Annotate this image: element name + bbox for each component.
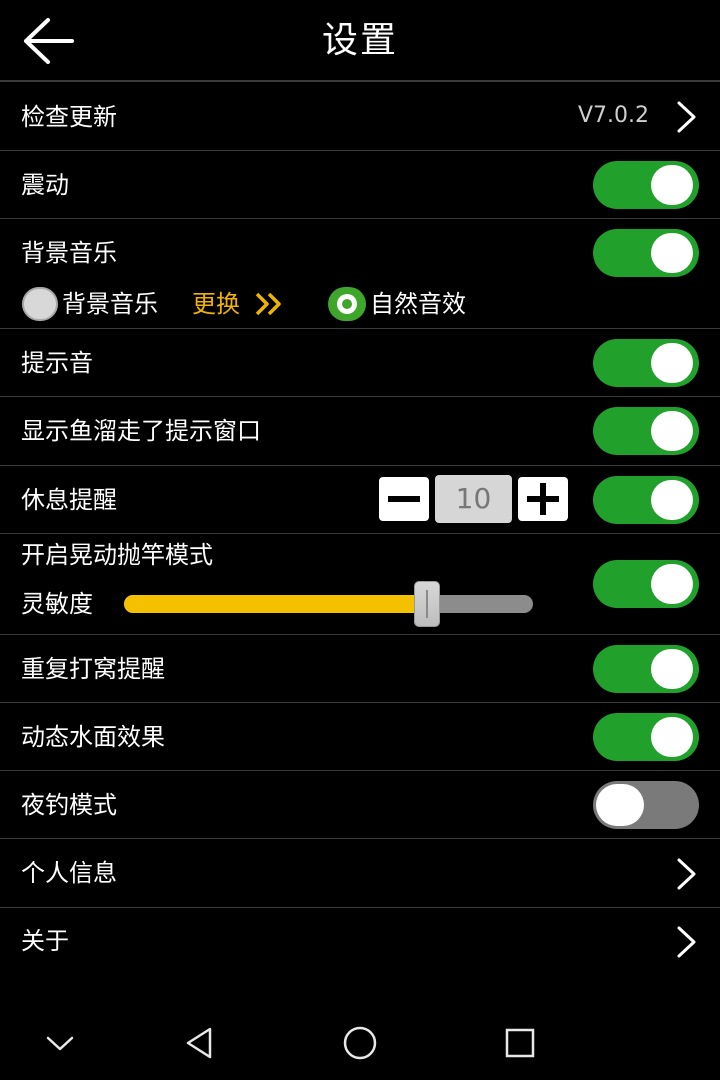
back-triangle-icon[interactable]: [180, 1023, 220, 1063]
row-fish-escape: 显示鱼溜走了提示窗口: [0, 397, 720, 466]
increment-button[interactable]: [518, 477, 568, 521]
toggle-knob: [651, 480, 693, 520]
row-about[interactable]: 关于: [0, 908, 720, 976]
row-water-effect: 动态水面效果: [0, 703, 720, 771]
chevron-right-icon: [677, 101, 696, 133]
chevron-right-icon: [677, 926, 696, 958]
night-mode-toggle[interactable]: [593, 781, 699, 829]
bg-music-label: 背景音乐: [21, 239, 117, 267]
prompt-sound-label: 提示音: [21, 349, 93, 377]
shake-cast-label: 开启晃动抛竿模式: [21, 541, 213, 569]
toggle-knob: [651, 649, 693, 689]
water-effect-label: 动态水面效果: [21, 723, 165, 751]
chevron-down-icon[interactable]: [40, 1023, 80, 1063]
header-bar: 设置: [0, 0, 720, 82]
bg-music-toggle[interactable]: [593, 229, 699, 277]
toggle-knob: [596, 784, 644, 826]
chevron-right-icon: [677, 858, 696, 890]
row-prompt-sound: 提示音: [0, 329, 720, 397]
toggle-knob: [651, 564, 693, 604]
rest-reminder-toggle[interactable]: [593, 476, 699, 524]
night-mode-label: 夜钓模式: [21, 791, 117, 819]
check-update-label: 检查更新: [21, 103, 117, 131]
row-shake-cast: 开启晃动抛竿模式: [0, 534, 720, 635]
version-text: V7.0.2: [578, 103, 650, 128]
toggle-knob: [651, 343, 693, 383]
row-vibration: 震动: [0, 151, 720, 219]
radio-nature-sound[interactable]: [328, 287, 366, 321]
minus-icon: [388, 496, 420, 502]
home-circle-icon[interactable]: [340, 1023, 380, 1063]
vibration-toggle[interactable]: [593, 161, 699, 209]
row-rest-reminder: 休息提醒: [0, 466, 720, 534]
vibration-label: 震动: [21, 171, 69, 199]
prompt-sound-toggle[interactable]: [593, 339, 699, 387]
radio-selected-dot: [337, 294, 357, 314]
about-label: 关于: [21, 927, 69, 955]
radio-nature-sound-label[interactable]: 自然音效: [370, 288, 466, 320]
recents-square-icon[interactable]: [500, 1023, 540, 1063]
water-effect-toggle[interactable]: [593, 713, 699, 761]
toggle-knob: [651, 717, 693, 757]
shake-cast-toggle[interactable]: [593, 560, 699, 608]
radio-bg-music[interactable]: [22, 287, 58, 321]
row-night-mode: 夜钓模式: [0, 771, 720, 839]
change-music-link[interactable]: 更换: [192, 288, 240, 320]
sensitivity-label: 灵敏度: [21, 590, 93, 618]
repeat-nest-toggle[interactable]: [593, 645, 699, 693]
double-chevron-right-icon[interactable]: [254, 290, 286, 318]
rest-interval-value: 10: [435, 475, 512, 523]
row-personal-info[interactable]: 个人信息: [0, 839, 720, 908]
toggle-knob: [651, 411, 693, 451]
page-title: 设置: [321, 20, 398, 61]
repeat-nest-label: 重复打窝提醒: [21, 655, 165, 683]
sensitivity-slider-track[interactable]: [124, 595, 533, 613]
radio-bg-music-label[interactable]: 背景音乐: [62, 288, 158, 320]
toggle-knob: [651, 233, 693, 273]
personal-info-label: 个人信息: [21, 859, 117, 887]
rest-reminder-label: 休息提醒: [21, 486, 117, 514]
sensitivity-slider-thumb[interactable]: [414, 581, 440, 627]
sensitivity-slider-fill: [124, 595, 427, 613]
fish-escape-label: 显示鱼溜走了提示窗口: [21, 417, 261, 445]
plus-icon: [527, 483, 559, 515]
toggle-knob: [651, 165, 693, 205]
fish-escape-toggle[interactable]: [593, 407, 699, 455]
system-navigation-bar: [0, 1005, 720, 1080]
row-check-update[interactable]: 检查更新 V7.0.2: [0, 82, 720, 151]
row-repeat-nest: 重复打窝提醒: [0, 635, 720, 703]
decrement-button[interactable]: [379, 477, 429, 521]
